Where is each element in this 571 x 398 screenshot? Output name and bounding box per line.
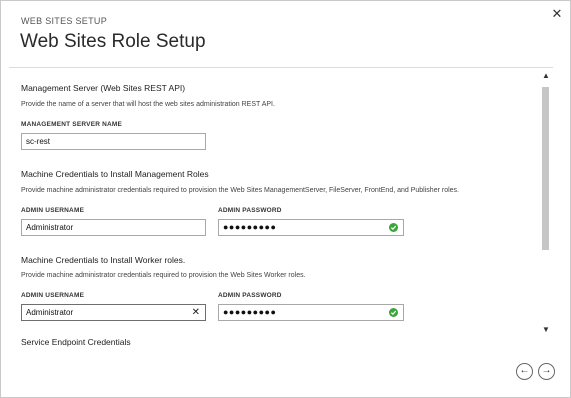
worker-admin-password-label: ADMIN PASSWORD <box>218 292 282 299</box>
scroll-thumb[interactable] <box>542 87 549 250</box>
worker-admin-username-label: ADMIN USERNAME <box>21 292 85 299</box>
mgmt-admin-password-input[interactable]: ●●●●●●●●● <box>218 219 404 236</box>
service-endpoint-title: Service Endpoint Credentials <box>21 337 131 347</box>
mgmt-admin-username-label: ADMIN USERNAME <box>21 207 85 214</box>
clear-icon[interactable]: ✕ <box>192 305 200 320</box>
management-credentials-title: Machine Credentials to Install Managemen… <box>21 169 209 179</box>
worker-credentials-description: Provide machine administrator credential… <box>21 272 306 279</box>
management-server-name-input[interactable]: sc-rest <box>21 133 206 150</box>
management-server-name-value: sc-rest <box>26 137 50 146</box>
mgmt-admin-username-value: Administrator <box>26 223 74 232</box>
management-server-description: Provide the name of a server that will h… <box>21 101 275 108</box>
valid-check-icon <box>389 308 398 317</box>
header-divider <box>9 67 553 68</box>
vertical-scrollbar[interactable]: ▲ ▼ <box>540 71 552 341</box>
mgmt-admin-password-label: ADMIN PASSWORD <box>218 207 282 214</box>
form-content: Management Server (Web Sites REST API) P… <box>21 79 536 349</box>
next-button[interactable]: → <box>538 363 555 380</box>
worker-admin-password-mask: ●●●●●●●●● <box>223 307 277 317</box>
management-server-title: Management Server (Web Sites REST API) <box>21 83 186 93</box>
scroll-down-arrow-icon[interactable]: ▼ <box>540 325 552 335</box>
management-server-name-label: MANAGEMENT SERVER NAME <box>21 121 123 128</box>
worker-admin-username-value: Administrator <box>26 308 74 317</box>
wizard-dialog: WEB SITES SETUP Web Sites Role Setup ✕ M… <box>0 0 571 398</box>
management-credentials-description: Provide machine administrator credential… <box>21 187 459 194</box>
scroll-up-arrow-icon[interactable]: ▲ <box>540 71 552 81</box>
wizard-subtitle: WEB SITES SETUP <box>21 16 108 26</box>
mgmt-admin-username-input[interactable]: Administrator <box>21 219 206 236</box>
worker-credentials-title: Machine Credentials to Install Worker ro… <box>21 255 186 265</box>
close-icon[interactable]: ✕ <box>550 7 564 21</box>
back-button[interactable]: ← <box>516 363 533 380</box>
worker-admin-username-input[interactable]: Administrator ✕ <box>21 304 206 321</box>
valid-check-icon <box>389 223 398 232</box>
worker-admin-password-input[interactable]: ●●●●●●●●● <box>218 304 404 321</box>
page-title: Web Sites Role Setup <box>20 31 206 52</box>
mgmt-admin-password-mask: ●●●●●●●●● <box>223 222 277 232</box>
